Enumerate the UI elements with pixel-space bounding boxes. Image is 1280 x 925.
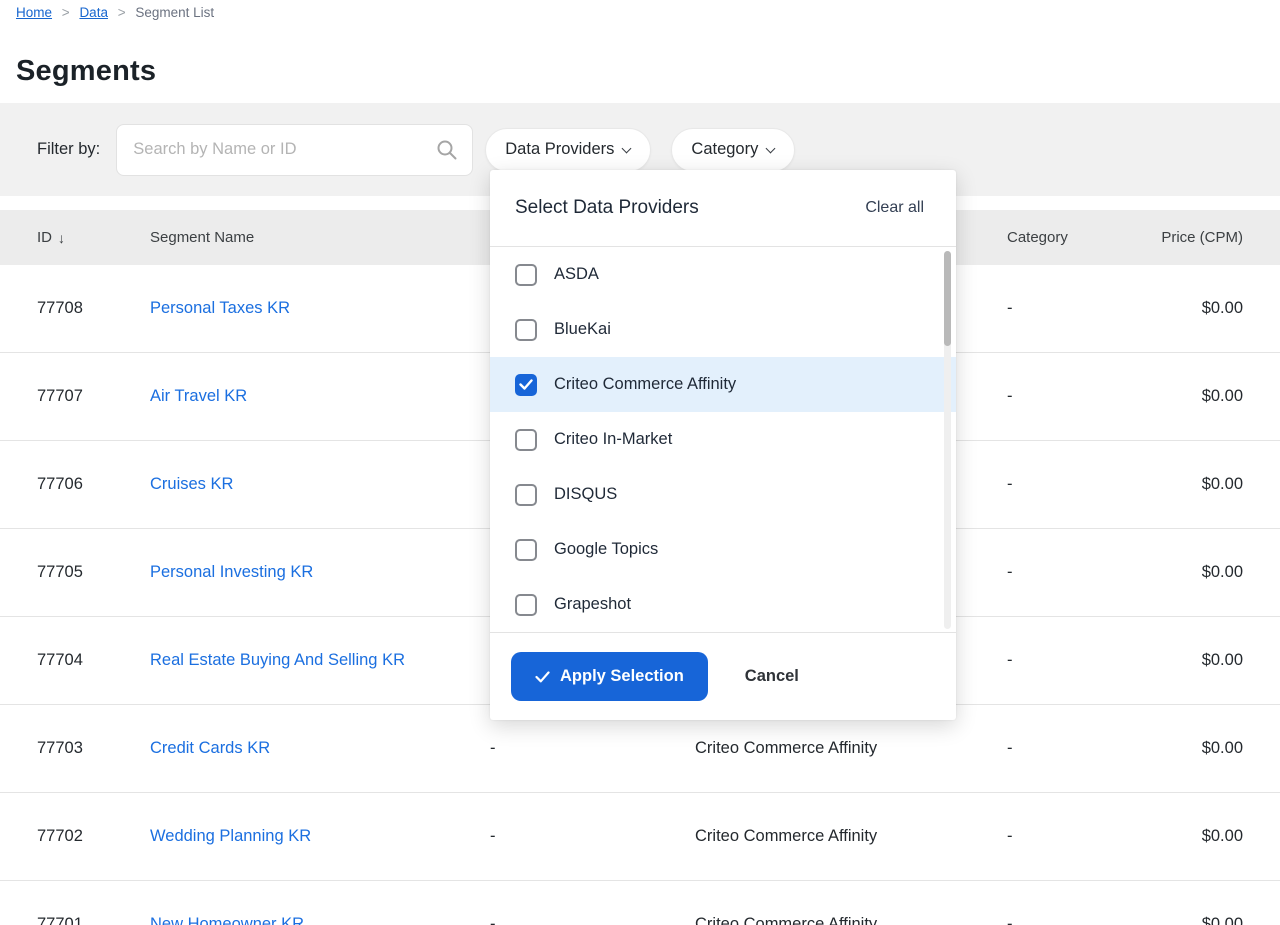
breadcrumb-data-link[interactable]: Data: [79, 5, 108, 20]
checkbox[interactable]: [515, 264, 537, 286]
provider-option-criteo-commerce-affinity[interactable]: Criteo Commerce Affinity: [490, 357, 956, 412]
page-title: Segments: [16, 53, 1280, 89]
sort-descending-icon: ↓: [58, 230, 65, 246]
segment-id: 77707: [37, 387, 150, 406]
segment-category: -: [1007, 651, 1102, 670]
segment-id: 77708: [37, 299, 150, 318]
provider-options-list: ASDA BlueKai Criteo Commerce Affinity Cr…: [490, 247, 956, 632]
segment-id: 77702: [37, 827, 150, 846]
apply-selection-button[interactable]: Apply Selection: [511, 652, 708, 701]
breadcrumb-separator: >: [62, 5, 70, 20]
provider-option-label: Grapeshot: [554, 595, 631, 614]
segment-category: -: [1007, 739, 1102, 758]
segments-page: Home > Data > Segment List Segments Filt…: [0, 0, 1280, 925]
provider-option-label: Google Topics: [554, 540, 658, 559]
provider-option-label: ASDA: [554, 265, 599, 284]
checkbox[interactable]: [515, 429, 537, 451]
breadcrumb-current: Segment List: [135, 5, 214, 20]
table-row: 77701 New Homeowner KR - Criteo Commerce…: [0, 881, 1280, 925]
dropdown-header: Select Data Providers Clear all: [490, 170, 956, 247]
column-header-category[interactable]: Category: [1007, 229, 1102, 246]
provider-option-bluekai[interactable]: BlueKai: [490, 302, 956, 357]
segment-name-link[interactable]: Cruises KR: [150, 475, 233, 493]
breadcrumb-home-link[interactable]: Home: [16, 5, 52, 20]
segment-price: $0.00: [1102, 915, 1243, 925]
data-providers-filter-label: Data Providers: [505, 140, 614, 159]
column-header-id[interactable]: ID ↓: [37, 229, 150, 246]
data-providers-filter-button[interactable]: Data Providers: [485, 128, 651, 172]
segment-price: $0.00: [1102, 739, 1243, 758]
segment-category: -: [1007, 827, 1102, 846]
segment-category: -: [1007, 915, 1102, 925]
search-box: [116, 124, 473, 176]
column-header-price[interactable]: Price (CPM): [1102, 229, 1243, 246]
breadcrumb: Home > Data > Segment List: [0, 0, 1280, 21]
segment-id: 77706: [37, 475, 150, 494]
segment-name-link[interactable]: Real Estate Buying And Selling KR: [150, 651, 405, 669]
provider-option-label: DISQUS: [554, 485, 617, 504]
dropdown-title: Select Data Providers: [515, 197, 699, 219]
segment-id: 77704: [37, 651, 150, 670]
scrollbar-thumb[interactable]: [944, 251, 951, 346]
column-header-name[interactable]: Segment Name: [150, 229, 490, 246]
provider-option-label: Criteo Commerce Affinity: [554, 375, 736, 394]
cancel-button[interactable]: Cancel: [745, 667, 799, 686]
segment-price: $0.00: [1102, 563, 1243, 582]
chevron-down-icon: [622, 143, 631, 152]
provider-option-criteo-in-market[interactable]: Criteo In-Market: [490, 412, 956, 467]
checkbox[interactable]: [515, 594, 537, 616]
segment-name-link[interactable]: Air Travel KR: [150, 387, 247, 405]
breadcrumb-separator: >: [118, 5, 126, 20]
segment-price: $0.00: [1102, 299, 1243, 318]
provider-option-grapeshot[interactable]: Grapeshot: [490, 577, 956, 632]
segment-name-link[interactable]: Wedding Planning KR: [150, 827, 311, 845]
provider-option-label: Criteo In-Market: [554, 430, 672, 449]
checkbox[interactable]: [515, 484, 537, 506]
segment-category: -: [1007, 563, 1102, 582]
segment-price: $0.00: [1102, 827, 1243, 846]
clear-all-link[interactable]: Clear all: [865, 199, 924, 217]
checkbox[interactable]: [515, 319, 537, 341]
chevron-down-icon: [766, 143, 775, 152]
category-filter-label: Category: [691, 140, 758, 159]
segment-price: $0.00: [1102, 475, 1243, 494]
segment-category: -: [1007, 299, 1102, 318]
table-row: 77702 Wedding Planning KR - Criteo Comme…: [0, 793, 1280, 881]
check-icon: [535, 671, 550, 683]
data-providers-dropdown: Select Data Providers Clear all ASDA Blu…: [490, 170, 956, 720]
segment-name-link[interactable]: Credit Cards KR: [150, 739, 270, 757]
segment-category: -: [1007, 475, 1102, 494]
provider-option-disqus[interactable]: DISQUS: [490, 467, 956, 522]
segment-id: 77703: [37, 739, 150, 758]
checkbox-checked[interactable]: [515, 374, 537, 396]
segment-name-link[interactable]: Personal Taxes KR: [150, 299, 290, 317]
segment-name-link[interactable]: Personal Investing KR: [150, 563, 313, 581]
segment-col3: -: [490, 739, 695, 758]
segment-id: 77701: [37, 915, 150, 925]
segment-col3: -: [490, 827, 695, 846]
provider-option-label: BlueKai: [554, 320, 611, 339]
apply-selection-label: Apply Selection: [560, 667, 684, 686]
provider-option-google-topics[interactable]: Google Topics: [490, 522, 956, 577]
segment-id: 77705: [37, 563, 150, 582]
segment-col3: -: [490, 915, 695, 925]
segment-provider: Criteo Commerce Affinity: [695, 739, 1007, 758]
filter-by-label: Filter by:: [37, 140, 100, 159]
category-filter-button[interactable]: Category: [671, 128, 795, 172]
segment-provider: Criteo Commerce Affinity: [695, 915, 1007, 925]
segment-price: $0.00: [1102, 387, 1243, 406]
column-header-id-label: ID: [37, 229, 52, 246]
segment-name-link[interactable]: New Homeowner KR: [150, 915, 304, 925]
segment-category: -: [1007, 387, 1102, 406]
segment-provider: Criteo Commerce Affinity: [695, 827, 1007, 846]
checkbox[interactable]: [515, 539, 537, 561]
segment-price: $0.00: [1102, 651, 1243, 670]
provider-option-asda[interactable]: ASDA: [490, 247, 956, 302]
dropdown-scrollbar[interactable]: [944, 251, 951, 629]
search-icon: [435, 138, 459, 162]
search-input[interactable]: [116, 124, 473, 176]
dropdown-footer: Apply Selection Cancel: [490, 632, 956, 720]
